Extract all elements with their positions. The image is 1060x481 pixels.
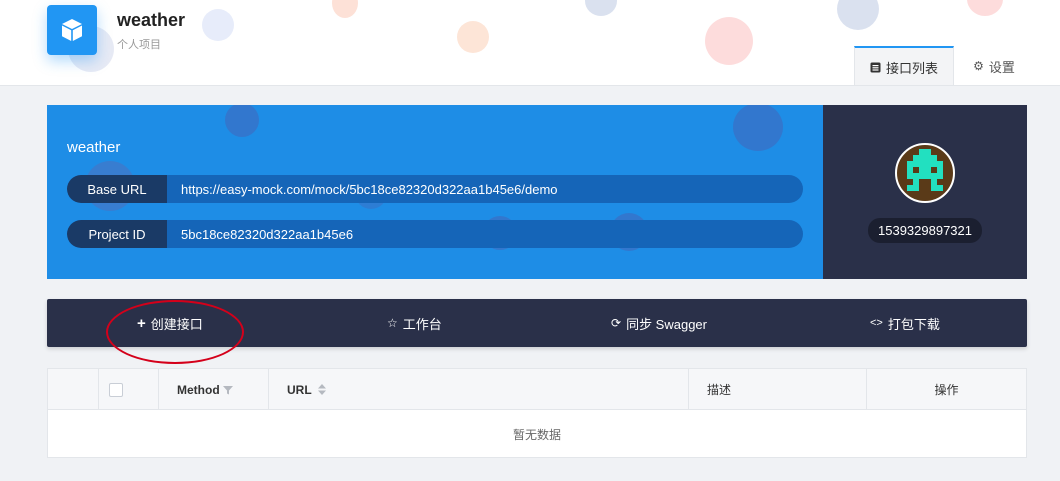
header-operations: 操作 xyxy=(867,369,1026,410)
owner-id-badge: 1539329897321 xyxy=(868,218,982,243)
avatar[interactable] xyxy=(895,143,955,203)
header-operations-label: 操作 xyxy=(934,383,959,397)
tab-api-list-label: 接口列表 xyxy=(885,60,938,76)
decor-bubble xyxy=(585,0,617,16)
decor-bubble xyxy=(837,0,879,30)
header-url[interactable]: URL xyxy=(269,369,689,410)
project-id-value[interactable]: 5bc18ce82320d322aa1b45e6 xyxy=(167,227,353,242)
project-id-row: Project ID 5bc18ce82320d322aa1b45e6 xyxy=(67,220,803,248)
project-logo xyxy=(47,5,97,55)
empty-state: 暂无数据 xyxy=(512,427,561,442)
create-api-button[interactable]: + 创建接口 xyxy=(137,299,203,347)
sync-swagger-button[interactable]: ⟳ 同步 Swagger xyxy=(611,299,707,347)
project-id-label: Project ID xyxy=(67,220,167,248)
code-icon: <> xyxy=(870,317,883,329)
cube-icon xyxy=(62,19,82,41)
sync-swagger-label: 同步 Swagger xyxy=(626,316,707,332)
api-table: Method URL 描述 操作 暂无数据 xyxy=(47,368,1027,458)
project-info-panel: weather Base URL https://easy-mock.com/m… xyxy=(47,105,823,279)
pixel-avatar-icon xyxy=(907,149,943,191)
header-method[interactable]: Method xyxy=(159,369,269,410)
base-url-value[interactable]: https://easy-mock.com/mock/5bc18ce82320d… xyxy=(167,182,558,197)
star-icon: ☆ xyxy=(387,316,398,330)
decor-bubble xyxy=(457,21,489,53)
project-name: weather xyxy=(67,139,121,156)
decor-bubble xyxy=(332,0,358,18)
header-url-label: URL xyxy=(287,382,312,397)
header-method-label: Method xyxy=(177,382,220,397)
tab-settings[interactable]: ⚙ 设置 xyxy=(958,46,1030,85)
sync-icon: ⟳ xyxy=(611,316,622,330)
decor-bubble xyxy=(705,17,753,65)
action-toolbar: + 创建接口 ☆ 工作台 ⟳ 同步 Swagger <> 打包下载 xyxy=(47,299,1027,347)
tab-settings-label: 设置 xyxy=(988,59,1015,75)
header-select-cell xyxy=(99,369,159,410)
tab-api-list[interactable]: 接口列表 xyxy=(854,46,954,85)
select-all-checkbox[interactable] xyxy=(108,382,123,397)
project-title: weather xyxy=(117,10,186,30)
workbench-label: 工作台 xyxy=(402,316,442,332)
decor-bubble xyxy=(733,105,783,151)
table-header: Method URL 描述 操作 xyxy=(48,369,1026,410)
base-url-row: Base URL https://easy-mock.com/mock/5bc1… xyxy=(67,175,803,203)
download-label: 打包下载 xyxy=(887,316,940,332)
header-description: 描述 xyxy=(689,369,867,410)
list-icon xyxy=(870,62,881,72)
gear-icon: ⚙ xyxy=(973,59,984,73)
base-url-label: Base URL xyxy=(67,175,167,203)
filter-icon[interactable] xyxy=(222,385,233,395)
sort-icon[interactable] xyxy=(317,384,326,395)
decor-bubble xyxy=(202,9,234,41)
download-button[interactable]: <> 打包下载 xyxy=(870,299,940,347)
decor-bubble xyxy=(967,0,1003,16)
project-subtitle: 个人项目 xyxy=(117,39,161,51)
owner-panel: 1539329897321 xyxy=(823,105,1027,279)
header-expand-cell xyxy=(48,369,99,410)
workbench-button[interactable]: ☆ 工作台 xyxy=(387,299,442,347)
header-description-label: 描述 xyxy=(707,383,732,397)
decor-bubble xyxy=(225,105,259,137)
create-api-label: 创建接口 xyxy=(150,316,203,332)
plus-icon: + xyxy=(137,314,146,332)
project-header: weather 个人项目 接口列表 ⚙ 设置 xyxy=(0,0,1060,86)
